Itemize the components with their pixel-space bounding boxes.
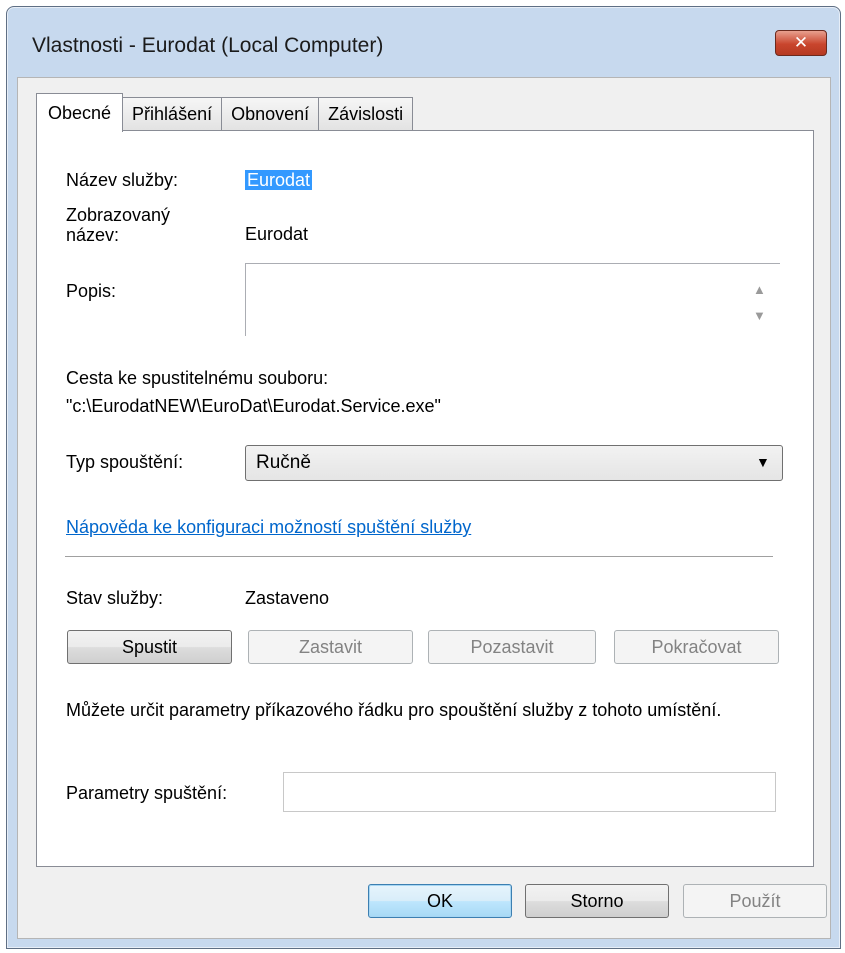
service-status-label: Stav služby: — [66, 588, 164, 608]
title-bar[interactable]: Vlastnosti - Eurodat (Local Computer) ✕ — [7, 7, 840, 77]
tab-recovery[interactable]: Obnovení — [221, 97, 320, 131]
scroll-up-icon[interactable]: ▲ — [753, 282, 766, 297]
startup-type-value: Ručně — [256, 452, 311, 473]
startup-type-label: Typ spouštění: — [66, 452, 184, 472]
startup-type-select[interactable]: Ručně ▼ — [245, 445, 783, 481]
exe-path-value: "c:\EurodatNEW\EuroDat\Eurodat.Service.e… — [66, 396, 441, 416]
window-title: Vlastnosti - Eurodat (Local Computer) — [32, 34, 384, 57]
service-properties-window: Vlastnosti - Eurodat (Local Computer) ✕ … — [6, 6, 841, 949]
dropdown-arrow-icon: ▼ — [756, 454, 770, 470]
start-params-label: Parametry spuštění: — [66, 783, 228, 803]
display-name-value: Eurodat — [245, 224, 309, 244]
start-params-input[interactable] — [283, 772, 776, 812]
service-name-text: Eurodat — [245, 170, 313, 190]
tab-strip: Obecné Přihlášení Obnovení Závislosti — [36, 93, 414, 132]
service-status-value: Zastaveno — [245, 588, 330, 608]
display-name-label: Zobrazovaný název: — [66, 205, 171, 245]
resume-button[interactable]: Pokračovat — [614, 630, 779, 664]
tab-dependencies[interactable]: Závislosti — [318, 97, 414, 131]
startup-help-link[interactable]: Nápověda ke konfiguraci možností spuštěn… — [66, 517, 471, 538]
scroll-down-icon[interactable]: ▼ — [753, 308, 766, 323]
apply-button[interactable]: Použít — [683, 884, 827, 918]
service-name-value[interactable]: Eurodat — [245, 169, 313, 191]
separator — [65, 556, 773, 558]
cancel-button[interactable]: Storno — [525, 884, 669, 918]
dialog-client-area: Obecné Přihlášení Obnovení Závislosti Ná… — [17, 77, 831, 939]
ok-button[interactable]: OK — [368, 884, 512, 918]
description-textbox[interactable]: ▲ ▼ — [245, 263, 780, 336]
tab-general[interactable]: Obecné — [36, 93, 124, 132]
params-hint-text: Můžete určit parametry příkazového řádku… — [66, 700, 722, 720]
exe-path-label: Cesta ke spustitelnému souboru: — [66, 368, 329, 388]
general-tab-panel: Název služby: Eurodat Zobrazovaný název:… — [36, 130, 814, 867]
stop-button[interactable]: Zastavit — [248, 630, 413, 664]
tab-logon[interactable]: Přihlášení — [122, 97, 223, 131]
pause-button[interactable]: Pozastavit — [428, 630, 596, 664]
description-label: Popis: — [66, 281, 117, 301]
close-button[interactable]: ✕ — [775, 30, 827, 56]
close-icon: ✕ — [793, 33, 809, 52]
start-button[interactable]: Spustit — [67, 630, 232, 664]
service-name-label: Název služby: — [66, 170, 179, 190]
